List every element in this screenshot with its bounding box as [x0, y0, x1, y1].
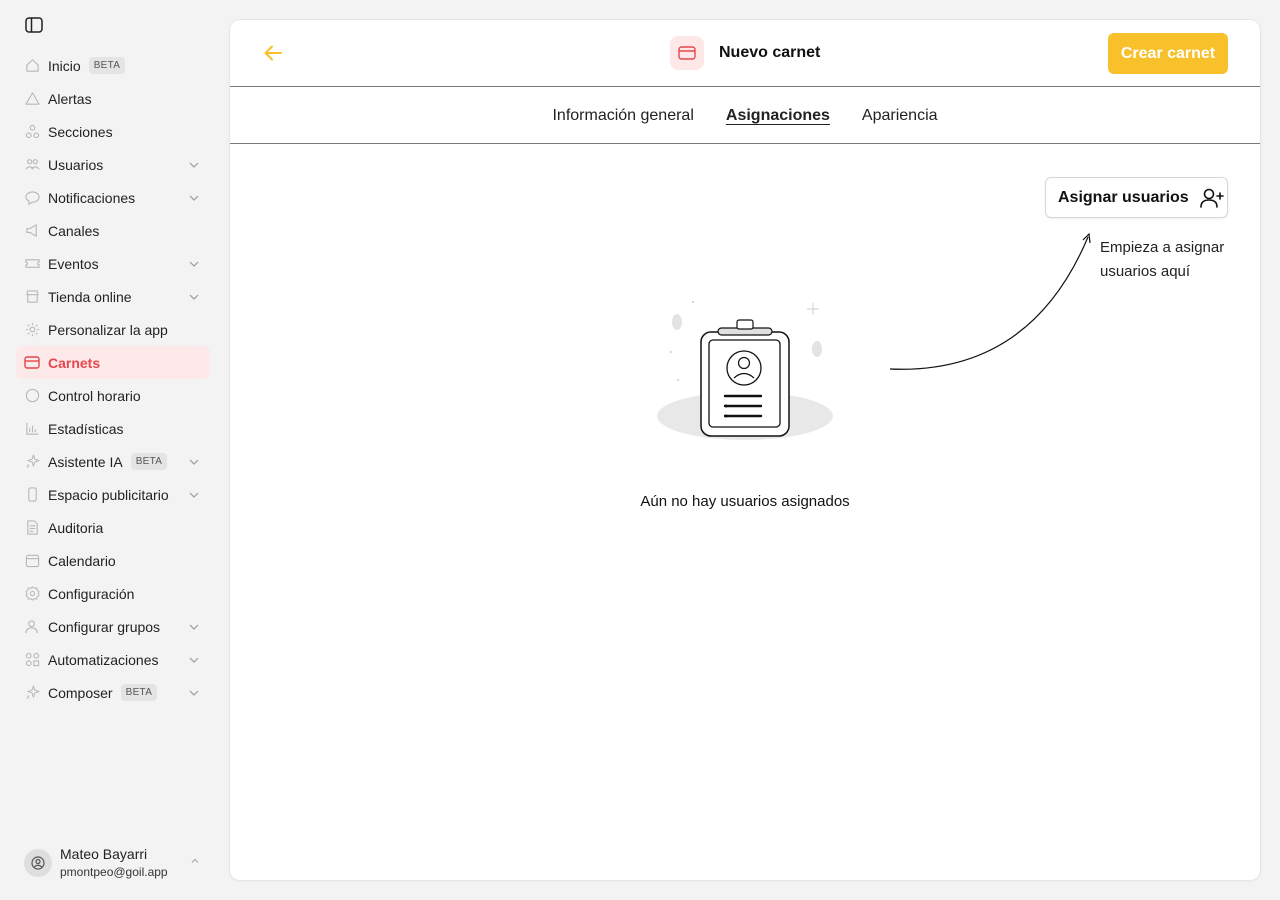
sidebar-item-secciones[interactable]: Secciones [16, 115, 210, 148]
document-icon [24, 520, 40, 536]
sidebar-item-control-horario[interactable]: Control horario [16, 379, 210, 412]
tab-asignaciones[interactable]: Asignaciones [726, 105, 830, 125]
sidebar-item-alertas[interactable]: Alertas [16, 82, 210, 115]
sidebar-item-label: Auditoria [48, 519, 104, 536]
sidebar-toggle-icon[interactable] [25, 17, 43, 33]
create-carnet-button[interactable]: Crear carnet [1108, 33, 1228, 74]
sidebar-item-configurar-grupos[interactable]: Configurar grupos [16, 610, 210, 643]
sidebar-item-label: Automatizaciones [48, 651, 159, 668]
megaphone-icon [24, 223, 40, 239]
user-plus-icon [1199, 188, 1224, 208]
sidebar-item-label: Configurar grupos [48, 618, 161, 635]
tab-apariencia[interactable]: Apariencia [862, 105, 938, 125]
chevron-down-icon[interactable] [188, 687, 200, 699]
sidebar-item-usuarios[interactable]: Usuarios [16, 148, 210, 181]
sidebar-item-inicio[interactable]: Inicio BETA [16, 49, 210, 82]
home-icon [24, 58, 40, 74]
chevron-down-icon[interactable] [188, 192, 200, 204]
sidebar-item-estadísticas[interactable]: Estadísticas [16, 412, 210, 445]
chevron-up-icon [191, 858, 199, 863]
tab-informacion-general[interactable]: Información general [552, 105, 693, 125]
sidebar-item-canales[interactable]: Canales [16, 214, 210, 247]
sidebar-item-asistente-ia[interactable]: Asistente IA BETA [16, 445, 210, 478]
sidebar-item-label: Espacio publicitario [48, 486, 169, 503]
bar-chart-icon [24, 421, 40, 437]
sidebar-item-label: Usuarios [48, 156, 104, 173]
sidebar-item-label: Composer [48, 684, 113, 701]
id-card-illustration [657, 301, 833, 440]
beta-badge: BETA [88, 57, 126, 74]
clock-icon [24, 388, 40, 404]
sections-icon [24, 124, 40, 140]
page-title: Nuevo carnet [719, 44, 821, 61]
sidebar-item-personalizar-la-app[interactable]: Personalizar la app [16, 313, 210, 346]
empty-state-message: Aún no hay usuarios asignados [640, 493, 850, 510]
alert-triangle-icon [24, 91, 40, 107]
beta-badge: BETA [120, 684, 158, 701]
phone-icon [24, 487, 40, 503]
title-group: Nuevo carnet [670, 36, 820, 70]
page-header: Nuevo carnet Crear carnet [230, 20, 1260, 87]
avatar [24, 849, 52, 877]
ticket-icon [24, 256, 40, 272]
main-panel: Nuevo carnet Crear carnet Información ge… [230, 20, 1260, 880]
sidebar-item-label: Configuración [48, 585, 135, 602]
assign-users-button[interactable]: Asignar usuarios [1045, 177, 1228, 218]
sidebar-item-configuración[interactable]: Configuración [16, 577, 210, 610]
chevron-down-icon[interactable] [188, 159, 200, 171]
sidebar-item-label: Eventos [48, 255, 99, 272]
tab-bar: Información general Asignaciones Aparien… [230, 87, 1260, 144]
sidebar-item-espacio-publicitario[interactable]: Espacio publicitario [16, 478, 210, 511]
user-group-icon [24, 619, 40, 635]
sidebar-item-label: Carnets [48, 354, 101, 371]
chat-bubble-icon [24, 190, 40, 206]
chevron-down-icon[interactable] [188, 621, 200, 633]
sparkle-icon [24, 685, 40, 701]
user-menu[interactable]: Mateo Bayarri pmontpeo@goil.app [24, 844, 204, 884]
sidebar-item-automatizaciones[interactable]: Automatizaciones [16, 643, 210, 676]
chevron-down-icon[interactable] [188, 654, 200, 666]
card-icon [24, 355, 40, 371]
sidebar-item-notificaciones[interactable]: Notificaciones [16, 181, 210, 214]
sidebar-item-label: Estadísticas [48, 420, 124, 437]
sidebar-item-label: Secciones [48, 123, 113, 140]
users-icon [24, 157, 40, 173]
card-icon [670, 36, 704, 70]
sidebar-item-label: Alertas [48, 90, 92, 107]
sidebar-item-label: Notificaciones [48, 189, 136, 206]
beta-badge: BETA [130, 453, 168, 470]
sidebar-item-eventos[interactable]: Eventos [16, 247, 210, 280]
sidebar-item-carnets[interactable]: Carnets [16, 346, 210, 379]
sidebar-item-label: Inicio [48, 57, 81, 74]
user-email: pmontpeo@goil.app [60, 865, 168, 879]
calendar-icon [24, 553, 40, 569]
automation-icon [24, 652, 40, 668]
sidebar-item-label: Asistente IA [48, 453, 123, 470]
store-icon [24, 289, 40, 305]
gear-icon [24, 586, 40, 602]
chevron-down-icon[interactable] [188, 291, 200, 303]
assign-users-label: Asignar usuarios [1058, 188, 1189, 206]
user-name: Mateo Bayarri [60, 846, 148, 862]
sidebar: Inicio BETA Alertas Secciones Usuarios Notifi… [0, 0, 220, 900]
chevron-down-icon[interactable] [188, 456, 200, 468]
sidebar-item-auditoria[interactable]: Auditoria [16, 511, 210, 544]
sidebar-item-tienda-online[interactable]: Tienda online [16, 280, 210, 313]
chevron-down-icon[interactable] [188, 489, 200, 501]
sparkle-icon [24, 454, 40, 470]
sidebar-item-composer[interactable]: Composer BETA [16, 676, 210, 709]
sidebar-item-label: Control horario [48, 387, 141, 404]
sidebar-item-label: Personalizar la app [48, 321, 168, 338]
back-arrow-icon[interactable] [262, 42, 284, 64]
chevron-down-icon[interactable] [188, 258, 200, 270]
hint-arrow [889, 232, 1091, 370]
sidebar-nav: Inicio BETA Alertas Secciones Usuarios Notifi… [16, 49, 210, 709]
sidebar-item-calendario[interactable]: Calendario [16, 544, 210, 577]
customize-icon [24, 322, 40, 338]
sidebar-item-label: Tienda online [48, 288, 132, 305]
assign-hint-text: Empieza a asignar usuarios aquí [1100, 239, 1225, 280]
sidebar-item-label: Canales [48, 222, 100, 239]
sidebar-item-label: Calendario [48, 552, 116, 569]
